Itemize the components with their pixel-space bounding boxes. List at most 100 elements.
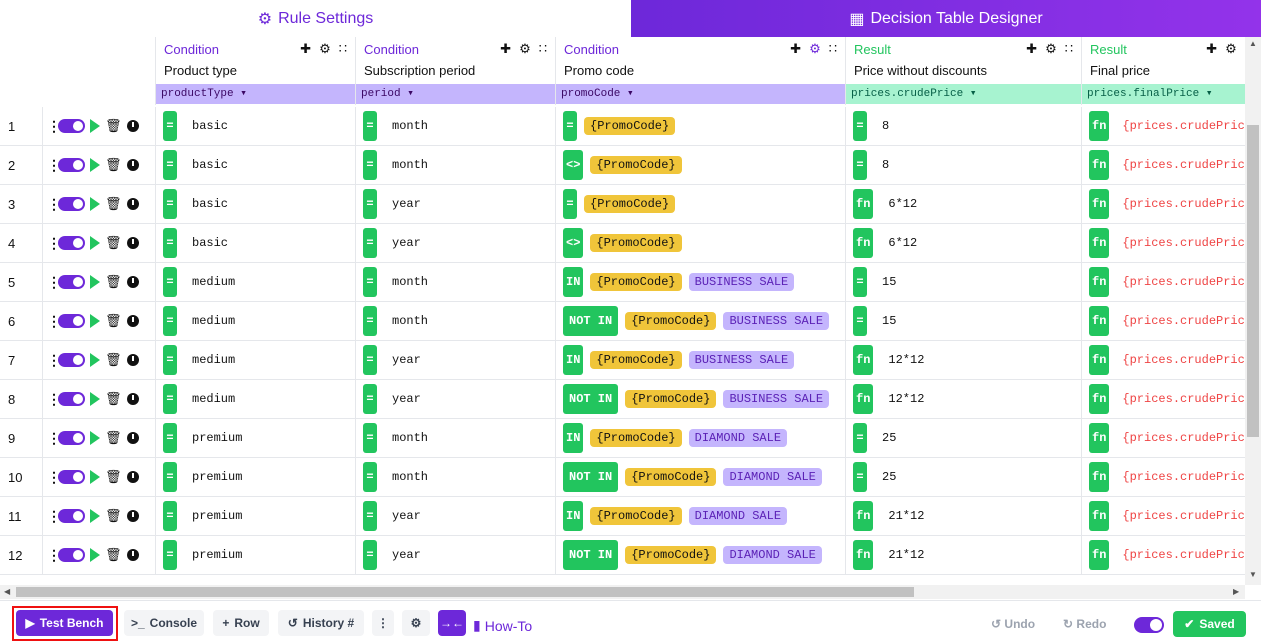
cell-product-type[interactable]: = basic (156, 224, 356, 262)
trash-icon[interactable]: 🗑 (105, 430, 122, 446)
operator-badge[interactable]: IN (563, 267, 584, 297)
operator-badge[interactable]: fn (853, 345, 874, 375)
row-enable-toggle[interactable] (58, 431, 85, 445)
play-icon[interactable] (90, 275, 100, 289)
how-to-link[interactable]: ▮ How-To (473, 617, 532, 634)
cell-final-price[interactable]: fn {prices.crudePrice (1082, 341, 1245, 379)
play-icon[interactable] (90, 314, 100, 328)
column-binding-select[interactable]: period ▾ (356, 84, 555, 104)
row-menu-icon[interactable]: ⋮ (47, 547, 61, 564)
more-menu-button[interactable]: ⋮ (372, 610, 394, 636)
operator-badge[interactable]: IN (563, 345, 584, 375)
operator-badge[interactable]: = (563, 111, 577, 141)
cell-subscription-period[interactable]: = year (356, 536, 556, 574)
cell-promo-code[interactable]: IN {PromoCode} BUSINESS SALE (556, 341, 846, 379)
row-enable-toggle[interactable] (58, 470, 85, 484)
trash-icon[interactable]: 🗑 (105, 508, 122, 524)
cell-price-without-discounts[interactable]: = 15 (846, 263, 1082, 301)
play-icon[interactable] (90, 236, 100, 250)
operator-badge[interactable]: NOT IN (563, 540, 619, 570)
operator-badge[interactable]: fn (1089, 462, 1110, 492)
column-settings-icon[interactable]: ⚙ (1225, 41, 1237, 57)
trash-icon[interactable]: 🗑 (105, 352, 122, 368)
operator-badge[interactable]: NOT IN (563, 306, 619, 336)
row-menu-icon[interactable]: ⋮ (47, 157, 61, 174)
row-menu-icon[interactable]: ⋮ (47, 352, 61, 369)
cell-final-price[interactable]: fn {prices.crudePrice (1082, 536, 1245, 574)
operator-badge[interactable]: = (163, 345, 177, 375)
add-column-icon[interactable]: ✚ (300, 41, 311, 57)
operator-badge[interactable]: = (363, 150, 377, 180)
trash-icon[interactable]: 🗑 (105, 235, 122, 251)
clock-icon[interactable] (126, 159, 139, 171)
cell-product-type[interactable]: = premium (156, 497, 356, 535)
operator-badge[interactable]: = (363, 267, 377, 297)
cell-final-price[interactable]: fn {prices.crudePrice (1082, 419, 1245, 457)
row-menu-icon[interactable]: ⋮ (47, 274, 61, 291)
row-enable-toggle[interactable] (58, 548, 85, 562)
row-menu-icon[interactable]: ⋮ (47, 235, 61, 252)
horizontal-scrollbar[interactable]: ◀ ▶ (0, 585, 1245, 599)
row-enable-toggle[interactable] (58, 119, 85, 133)
row-menu-icon[interactable]: ⋮ (47, 118, 61, 135)
operator-badge[interactable]: = (363, 501, 377, 531)
operator-badge[interactable]: = (853, 111, 867, 141)
drag-handle-icon[interactable]: ∷ (1065, 41, 1073, 57)
cell-product-type[interactable]: = medium (156, 341, 356, 379)
cell-subscription-period[interactable]: = month (356, 146, 556, 184)
operator-badge[interactable]: = (363, 306, 377, 336)
row-enable-toggle[interactable] (58, 509, 85, 523)
play-icon[interactable] (90, 119, 100, 133)
play-icon[interactable] (90, 392, 100, 406)
operator-badge[interactable]: = (163, 189, 177, 219)
autosave-toggle[interactable] (1134, 617, 1164, 633)
undo-button[interactable]: ↺ Undo (991, 617, 1035, 631)
cell-promo-code[interactable]: IN {PromoCode} BUSINESS SALE (556, 263, 846, 301)
operator-badge[interactable]: fn (1089, 267, 1110, 297)
trash-icon[interactable]: 🗑 (105, 157, 122, 173)
cell-final-price[interactable]: fn {prices.crudePrice (1082, 146, 1245, 184)
column-settings-icon[interactable]: ⚙ (519, 41, 531, 57)
add-column-icon[interactable]: ✚ (790, 41, 801, 57)
operator-badge[interactable]: = (163, 501, 177, 531)
add-column-icon[interactable]: ✚ (500, 41, 511, 57)
operator-badge[interactable]: fn (853, 501, 874, 531)
scroll-left-icon[interactable]: ◀ (4, 587, 10, 596)
operator-badge[interactable]: fn (1089, 384, 1110, 414)
operator-badge[interactable]: = (163, 228, 177, 258)
operator-badge[interactable]: <> (563, 150, 584, 180)
operator-badge[interactable]: = (163, 462, 177, 492)
trash-icon[interactable]: 🗑 (105, 313, 122, 329)
cell-final-price[interactable]: fn {prices.crudePrice (1082, 224, 1245, 262)
operator-badge[interactable]: = (363, 345, 377, 375)
history-button[interactable]: ↺ History # (278, 610, 364, 636)
row-menu-icon[interactable]: ⋮ (47, 508, 61, 525)
vertical-scroll-thumb[interactable] (1247, 125, 1259, 437)
operator-badge[interactable]: <> (563, 228, 584, 258)
operator-badge[interactable]: = (163, 540, 177, 570)
row-menu-icon[interactable]: ⋮ (47, 469, 61, 486)
column-binding-select[interactable]: prices.finalPrice ▾ (1082, 84, 1245, 104)
operator-badge[interactable]: fn (1089, 423, 1110, 453)
cell-subscription-period[interactable]: = year (356, 185, 556, 223)
cell-subscription-period[interactable]: = month (356, 458, 556, 496)
cell-subscription-period[interactable]: = year (356, 224, 556, 262)
cell-price-without-discounts[interactable]: fn 21*12 (846, 497, 1082, 535)
cell-product-type[interactable]: = medium (156, 380, 356, 418)
cell-final-price[interactable]: fn {prices.crudePrice (1082, 107, 1245, 145)
operator-badge[interactable]: IN (563, 501, 584, 531)
cell-promo-code[interactable]: = {PromoCode} (556, 107, 846, 145)
scroll-down-icon[interactable]: ▼ (1249, 570, 1257, 579)
operator-badge[interactable]: fn (853, 189, 874, 219)
add-column-icon[interactable]: ✚ (1206, 41, 1217, 57)
cell-price-without-discounts[interactable]: fn 21*12 (846, 536, 1082, 574)
cell-price-without-discounts[interactable]: = 15 (846, 302, 1082, 340)
operator-badge[interactable]: = (363, 384, 377, 414)
cell-promo-code[interactable]: <> {PromoCode} (556, 146, 846, 184)
cell-price-without-discounts[interactable]: fn 12*12 (846, 380, 1082, 418)
cell-final-price[interactable]: fn {prices.crudePrice (1082, 497, 1245, 535)
column-settings-icon[interactable]: ⚙ (809, 41, 821, 57)
cell-price-without-discounts[interactable]: = 25 (846, 419, 1082, 457)
cell-final-price[interactable]: fn {prices.crudePrice (1082, 380, 1245, 418)
operator-badge[interactable]: = (853, 462, 867, 492)
